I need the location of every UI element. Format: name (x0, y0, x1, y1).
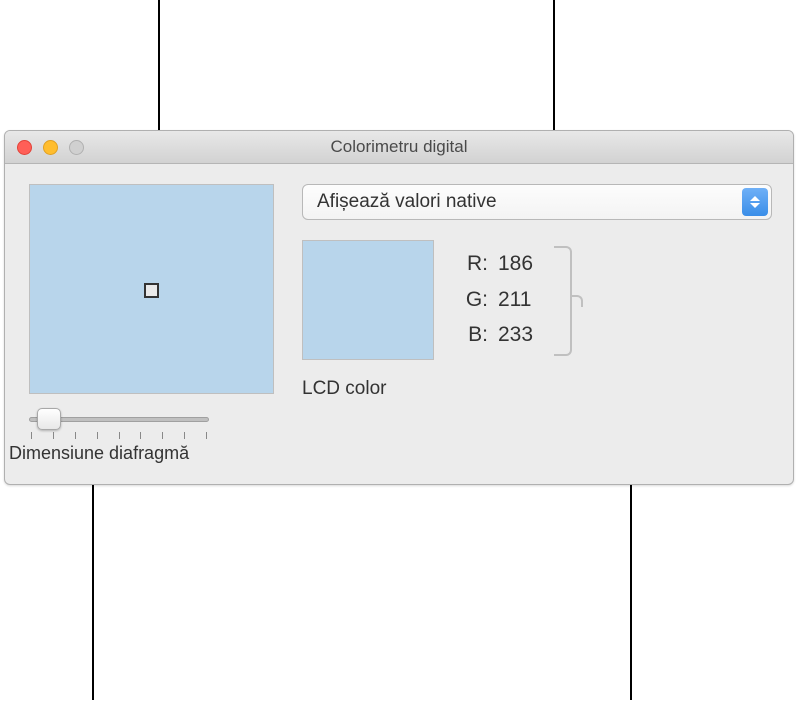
r-label: R: (458, 246, 488, 282)
g-label: G: (458, 282, 488, 318)
r-value: 186 (498, 246, 542, 282)
app-window: Colorimetru digital Dimensiune diafragmă (4, 130, 794, 485)
display-mode-popup[interactable]: Afișează valori native (302, 184, 772, 220)
color-swatch (302, 240, 434, 360)
color-profile-label: LCD color (302, 378, 772, 400)
b-label: B: (458, 317, 488, 353)
popup-selected-label: Afișează valori native (317, 191, 497, 213)
value-row-b: B: 233 (458, 317, 542, 353)
window-title: Colorimetru digital (5, 137, 793, 157)
content-area: Dimensiune diafragmă Afișează valori nat… (5, 164, 793, 484)
g-value: 211 (498, 282, 542, 318)
popup-arrows-icon (742, 188, 768, 216)
b-value: 233 (498, 317, 542, 353)
titlebar[interactable]: Colorimetru digital (5, 131, 793, 164)
preview-area (29, 184, 274, 394)
value-row-g: G: 211 (458, 282, 542, 318)
values-bracket (554, 246, 572, 356)
slider-knob[interactable] (37, 408, 61, 430)
traffic-lights (5, 140, 84, 155)
aperture-indicator (144, 283, 159, 298)
slider-label: Dimensiune diafragmă (9, 443, 269, 464)
aperture-size-slider[interactable] (29, 408, 209, 434)
close-button[interactable] (17, 140, 32, 155)
value-row-r: R: 186 (458, 246, 542, 282)
color-values: R: 186 G: 211 B: 233 (458, 246, 542, 356)
minimize-button[interactable] (43, 140, 58, 155)
zoom-button[interactable] (69, 140, 84, 155)
